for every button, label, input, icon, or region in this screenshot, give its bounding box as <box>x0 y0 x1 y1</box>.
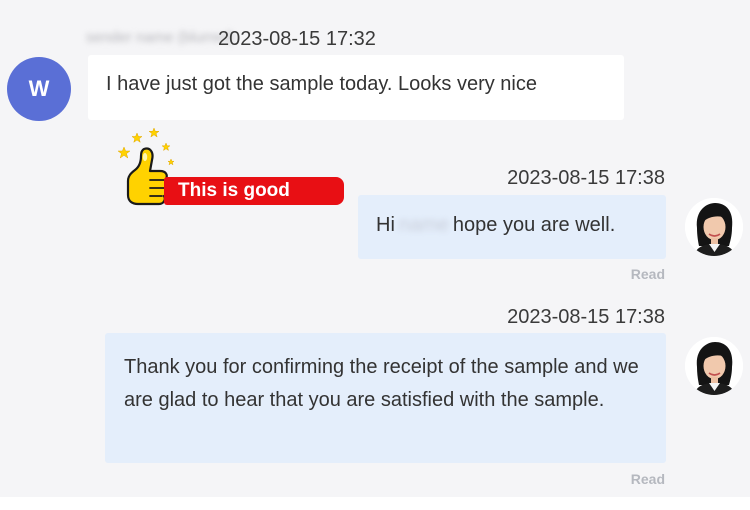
message-text: Hi name hope you are well. <box>376 214 615 237</box>
message-text: Thank you for confirming the receipt of … <box>124 356 639 411</box>
message-text: I have just got the sample today. Looks … <box>106 73 537 95</box>
read-status: Read <box>630 471 665 487</box>
agent-avatar[interactable] <box>685 337 743 395</box>
sender-name: sender name (blurred) <box>86 29 235 46</box>
outgoing-message-bubble[interactable]: Thank you for confirming the receipt of … <box>105 333 666 463</box>
blurred-recipient-name: name <box>398 214 449 236</box>
agent-avatar[interactable] <box>685 198 743 256</box>
sticker-label: This is good <box>164 177 344 205</box>
message-timestamp: 2023-08-15 17:32 <box>218 28 376 50</box>
message-text-end: hope you are well. <box>452 214 616 236</box>
incoming-message-bubble[interactable]: I have just got the sample today. Looks … <box>88 55 624 120</box>
agent-photo-icon <box>685 337 743 395</box>
sender-avatar[interactable]: W <box>7 57 71 121</box>
message-text-start: Hi <box>376 214 395 236</box>
sender-initial: W <box>28 76 50 101</box>
thumbs-up-sticker: This is good <box>112 125 344 220</box>
message-timestamp: 2023-08-15 17:38 <box>507 167 665 189</box>
read-status: Read <box>630 266 665 282</box>
outgoing-message-bubble[interactable]: Hi name hope you are well. <box>358 195 666 259</box>
agent-photo-icon <box>685 198 743 256</box>
chat-area: W sender name (blurred) 2023-08-15 17:32… <box>0 0 750 497</box>
message-timestamp: 2023-08-15 17:38 <box>507 306 665 328</box>
